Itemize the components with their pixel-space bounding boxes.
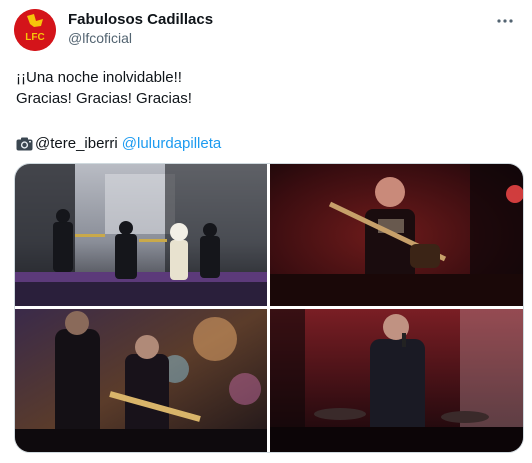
more-horizontal-icon	[497, 19, 513, 23]
lfc-logo-icon: LFC	[14, 9, 56, 51]
tweet-line-1: ¡¡Una noche inolvidable!!	[16, 69, 182, 86]
photo-singer-image	[270, 309, 523, 452]
photo-credit: @tere_iberri @lulurdapilleta	[16, 133, 221, 154]
camera-emoji-icon	[16, 137, 33, 150]
svg-text:LFC: LFC	[25, 32, 44, 43]
author-handle[interactable]: @lfcoficial	[68, 30, 132, 46]
photo-singer[interactable]	[270, 309, 523, 452]
photo-band-horns[interactable]	[15, 164, 267, 306]
photo-guitarists[interactable]	[15, 309, 267, 452]
more-options-button[interactable]	[494, 10, 516, 32]
photo-grid	[14, 163, 524, 453]
mention-lulurdapilleta[interactable]: @lulurdapilleta	[122, 133, 221, 154]
avatar[interactable]: LFC	[14, 9, 56, 51]
photo-guitarists-image	[15, 309, 267, 452]
tweet-line-2: Gracias! Gracias! Gracias!	[16, 90, 192, 107]
tweet-text: ¡¡Una noche inolvidable!! Gracias! Graci…	[16, 67, 516, 109]
credit-mention-tere[interactable]: @tere_iberri	[35, 133, 118, 154]
author-name[interactable]: Fabulosos Cadillacs	[68, 11, 213, 28]
tweet-card[interactable]: LFC Fabulosos Cadillacs @lfcoficial ¡¡Un…	[0, 0, 532, 463]
photo-bassist-red-image	[270, 164, 523, 306]
photo-bassist-red[interactable]	[270, 164, 523, 306]
photo-band-horns-image	[15, 164, 267, 306]
